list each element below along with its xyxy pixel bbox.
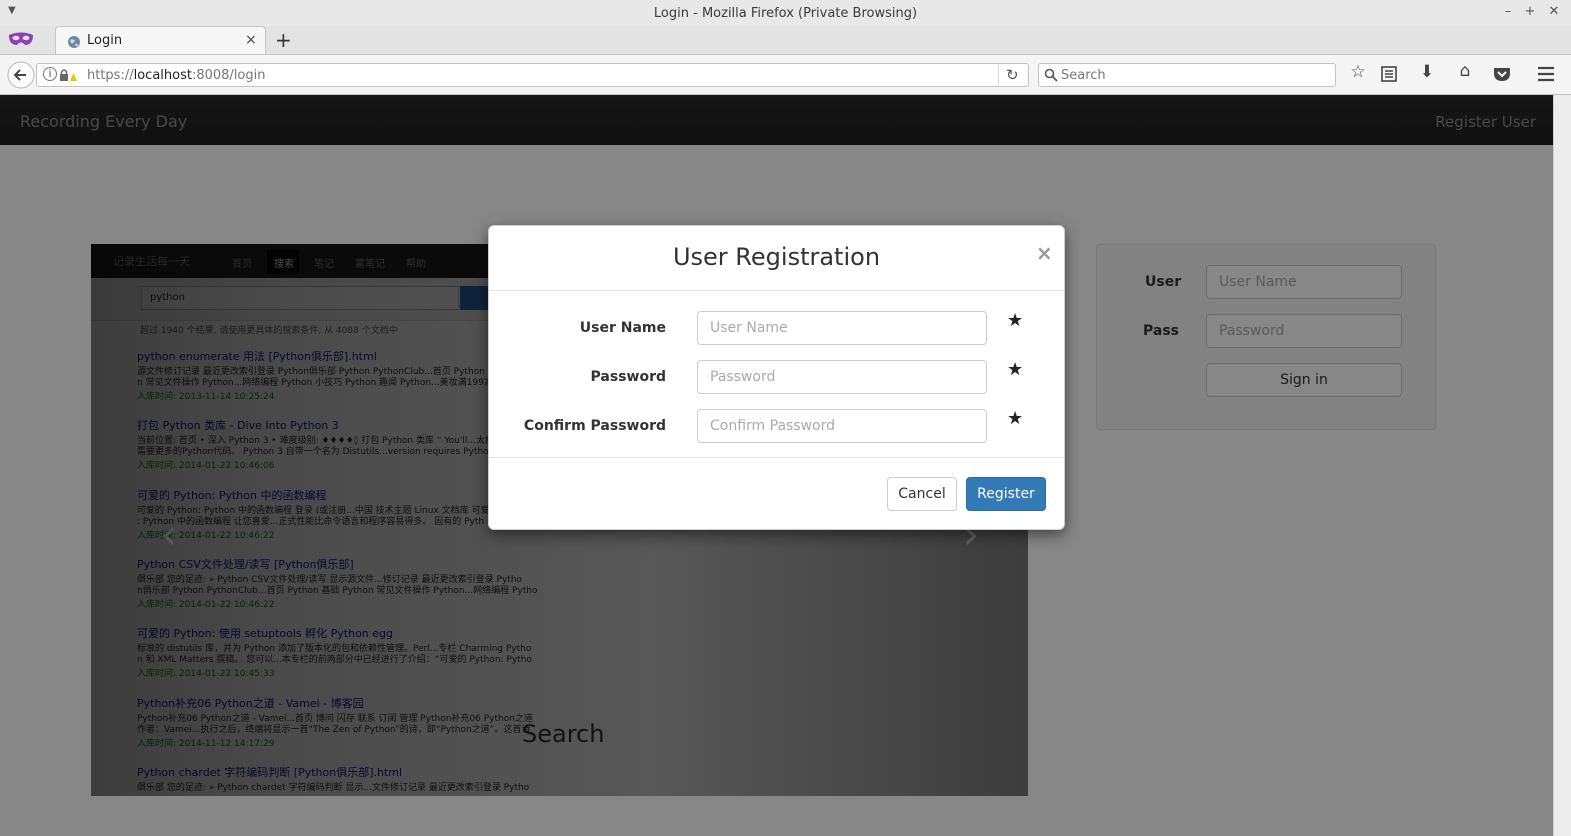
cancel-button[interactable]: Cancel: [887, 477, 957, 511]
register-password-input[interactable]: Password: [697, 360, 987, 394]
reload-icon[interactable]: ↻: [1006, 66, 1019, 84]
bookmark-star-icon[interactable]: ☆: [1347, 62, 1369, 82]
menu-icon[interactable]: [1537, 66, 1555, 82]
required-star-icon: ★: [1007, 408, 1024, 429]
password-label: Password: [590, 369, 666, 385]
close-window-icon[interactable]: ✕: [1546, 4, 1562, 19]
tab-login[interactable]: Login ×: [55, 26, 266, 54]
downloads-icon[interactable]: ⬇: [1416, 62, 1438, 82]
register-username-input[interactable]: User Name: [697, 311, 987, 345]
search-bar[interactable]: Search: [1038, 63, 1336, 87]
window-title: Login - Mozilla Firefox (Private Browsin…: [653, 6, 918, 21]
page-viewport: Recording Every Day Register User 记录生活每一…: [0, 95, 1553, 836]
url-bar[interactable]: i https://localhost:8008/login ↻: [36, 63, 1029, 87]
window-titlebar: ▼ Login - Mozilla Firefox (Private Brows…: [0, 0, 1571, 26]
new-tab-icon[interactable]: +: [275, 28, 292, 52]
scrollbar[interactable]: [1553, 95, 1571, 836]
private-browsing-mask-icon: [9, 32, 33, 45]
reading-list-icon[interactable]: [1381, 66, 1397, 82]
site-info-icon[interactable]: i: [43, 67, 57, 81]
tab-label: Login: [87, 33, 123, 48]
tab-close-icon[interactable]: ×: [245, 32, 257, 48]
maximize-icon[interactable]: +: [1522, 4, 1538, 19]
modal-header-divider: [489, 290, 1064, 291]
modal-title: User Registration: [672, 243, 881, 271]
confirm-password-label: Confirm Password: [523, 418, 666, 434]
register-button[interactable]: Register: [966, 477, 1046, 511]
minimize-icon[interactable]: –: [1500, 4, 1516, 19]
modal-close-icon[interactable]: ×: [1036, 241, 1053, 265]
search-placeholder: Search: [1061, 68, 1106, 83]
register-confirm-password-input[interactable]: Confirm Password: [697, 409, 987, 443]
back-icon[interactable]: [7, 61, 35, 89]
modal-footer-divider: [489, 457, 1064, 458]
required-star-icon: ★: [1007, 359, 1024, 380]
username-label: User Name: [579, 320, 666, 336]
insecure-lock-icon[interactable]: [59, 68, 77, 82]
tab-strip: Login × +: [0, 26, 1571, 55]
required-star-icon: ★: [1007, 310, 1024, 331]
search-icon: [1044, 68, 1058, 82]
url-text[interactable]: https://localhost:8008/login: [87, 68, 265, 83]
globe-icon: [68, 36, 80, 48]
pocket-icon[interactable]: [1493, 66, 1511, 82]
home-icon[interactable]: ⌂: [1454, 61, 1476, 81]
registration-modal: User Registration × User Name User Name …: [488, 225, 1065, 530]
navigation-toolbar: i https://localhost:8008/login ↻ Search …: [0, 55, 1571, 95]
